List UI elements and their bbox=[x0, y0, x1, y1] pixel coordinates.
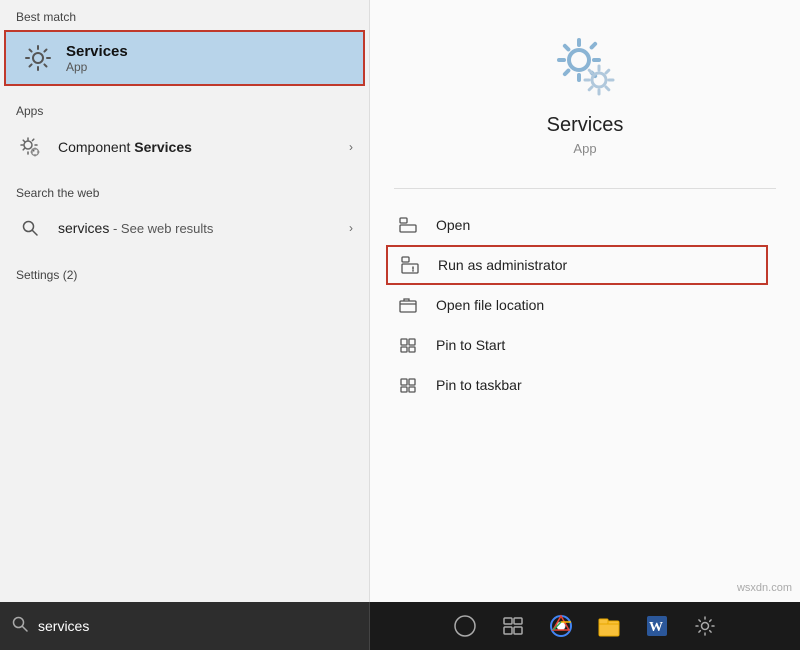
taskbar-search-icon bbox=[12, 616, 28, 636]
web-query: services bbox=[58, 220, 109, 236]
web-search-arrow: › bbox=[349, 221, 353, 235]
app-preview: Services App bbox=[394, 30, 776, 156]
taskbar: services bbox=[0, 602, 800, 650]
best-match-item[interactable]: Services App bbox=[4, 30, 365, 86]
watermark: wsxdn.com bbox=[737, 582, 792, 594]
pin-to-taskbar-label: Pin to taskbar bbox=[436, 377, 522, 393]
taskbar-search[interactable]: services bbox=[0, 602, 370, 650]
word-icon[interactable]: W bbox=[642, 611, 672, 641]
app-preview-subtitle: App bbox=[573, 141, 596, 156]
best-match-label: Best match bbox=[0, 0, 369, 30]
web-search-item[interactable]: services - See web results › bbox=[0, 206, 369, 250]
web-label: Search the web bbox=[0, 176, 369, 206]
open-label: Open bbox=[436, 217, 470, 233]
app-preview-icon bbox=[549, 30, 621, 102]
task-view-button[interactable] bbox=[498, 611, 528, 641]
settings-label: Settings (2) bbox=[0, 258, 369, 288]
web-suffix: - See web results bbox=[109, 221, 213, 236]
pin-to-start-label: Pin to Start bbox=[436, 337, 505, 353]
run-as-admin-action[interactable]: Run as administrator bbox=[386, 245, 768, 285]
component-services-icon bbox=[16, 133, 44, 161]
windows-button[interactable] bbox=[450, 611, 480, 641]
apps-section: Apps Component Services › bbox=[0, 94, 369, 170]
pin-to-start-action[interactable]: Pin to Start bbox=[394, 325, 776, 365]
component-services-item[interactable]: Component Services › bbox=[0, 124, 369, 170]
open-file-location-icon bbox=[394, 294, 422, 316]
web-search-icon bbox=[16, 214, 44, 242]
divider bbox=[394, 188, 776, 189]
open-file-location-label: Open file location bbox=[436, 297, 544, 313]
component-services-arrow: › bbox=[349, 140, 353, 154]
open-file-location-action[interactable]: Open file location bbox=[394, 285, 776, 325]
pin-to-taskbar-action[interactable]: Pin to taskbar bbox=[394, 365, 776, 405]
run-as-admin-label: Run as administrator bbox=[438, 257, 567, 273]
run-as-admin-icon bbox=[396, 254, 424, 276]
best-match-text: Services App bbox=[66, 43, 128, 74]
apps-label: Apps bbox=[0, 94, 369, 124]
open-icon bbox=[394, 214, 422, 236]
component-services-label: Component Services bbox=[58, 139, 192, 155]
settings-icon[interactable] bbox=[690, 611, 720, 641]
right-panel: Services App Open Run as admin bbox=[370, 0, 800, 602]
chrome-icon[interactable] bbox=[546, 611, 576, 641]
services-app-icon bbox=[22, 42, 54, 74]
svg-text:W: W bbox=[649, 620, 663, 635]
pin-to-taskbar-icon bbox=[394, 374, 422, 396]
file-explorer-icon[interactable] bbox=[594, 611, 624, 641]
taskbar-search-text: services bbox=[38, 618, 89, 634]
web-section: Search the web services - See web result… bbox=[0, 176, 369, 250]
taskbar-icons: W bbox=[370, 611, 800, 641]
left-panel: Best match Services App Apps bbox=[0, 0, 370, 602]
settings-section: Settings (2) bbox=[0, 258, 369, 288]
app-preview-title: Services bbox=[547, 114, 624, 137]
open-action[interactable]: Open bbox=[394, 205, 776, 245]
pin-to-start-icon bbox=[394, 334, 422, 356]
